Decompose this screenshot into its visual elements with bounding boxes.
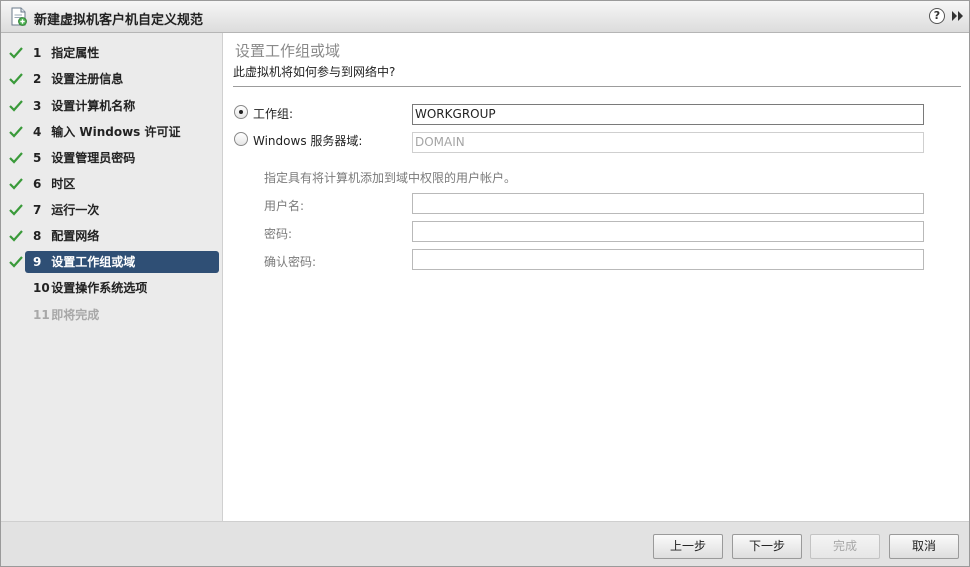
help-icon[interactable]: ?: [929, 8, 945, 24]
wizard-step-3[interactable]: 3 设置计算机名称: [25, 95, 219, 117]
confirm-password-label: 确认密码:: [264, 255, 317, 269]
wizard-step-4[interactable]: 4 输入 Windows 许可证: [25, 121, 219, 143]
wizard-steps-sidebar: 1 指定属性 2 设置注册信息 3 设置计算机名称 4 输入 Windows 许…: [1, 33, 223, 521]
header-divider: [233, 86, 961, 87]
wizard-step-6[interactable]: 6 时区: [25, 173, 219, 195]
check-icon: [9, 256, 23, 268]
dialog-title: 新建虚拟机客户机自定义规范: [34, 13, 204, 28]
wizard-step-5[interactable]: 5 设置管理员密码: [25, 147, 219, 169]
domain-label: Windows 服务器域:: [253, 134, 363, 148]
confirm-password-input[interactable]: [412, 249, 924, 270]
next-button[interactable]: 下一步: [732, 534, 802, 559]
workgroup-radio[interactable]: [234, 105, 248, 119]
page-subtitle: 此虚拟机将如何参与到网络中?: [233, 65, 396, 79]
username-input[interactable]: [412, 193, 924, 214]
wizard-step-7[interactable]: 7 运行一次: [25, 199, 219, 221]
password-label: 密码:: [264, 227, 293, 241]
wizard-step-1[interactable]: 1 指定属性: [25, 42, 219, 64]
check-icon: [9, 47, 23, 59]
password-input[interactable]: [412, 221, 924, 242]
credentials-hint: 指定具有将计算机添加到域中权限的用户帐户。: [264, 171, 517, 185]
check-icon: [9, 230, 23, 242]
wizard-step-10[interactable]: 10 设置操作系统选项: [25, 277, 219, 299]
new-document-icon: [11, 7, 27, 26]
wizard-step-8[interactable]: 8 配置网络: [25, 225, 219, 247]
check-icon: [9, 100, 23, 112]
page-title: 设置工作组或域: [235, 42, 341, 60]
workgroup-label: 工作组:: [253, 107, 294, 121]
check-icon: [9, 204, 23, 216]
check-icon: [9, 73, 23, 85]
domain-radio[interactable]: [234, 132, 248, 146]
step-content-panel: 设置工作组或域 此虚拟机将如何参与到网络中? 工作组: WORKGROUP Wi…: [223, 33, 969, 521]
domain-input[interactable]: DOMAIN: [412, 132, 924, 153]
workgroup-input[interactable]: WORKGROUP: [412, 104, 924, 125]
back-button[interactable]: 上一步: [653, 534, 723, 559]
finish-button: 完成: [810, 534, 880, 559]
dialog-footer: 上一步 下一步 完成 取消: [1, 521, 969, 566]
check-icon: [9, 126, 23, 138]
wizard-step-2[interactable]: 2 设置注册信息: [25, 68, 219, 90]
customization-spec-dialog: 新建虚拟机客户机自定义规范 ? 1 指定属性 2 设置注册信息 3 设置计算机名…: [0, 0, 970, 567]
wizard-step-11: 11 即将完成: [33, 308, 100, 322]
title-bar: 新建虚拟机客户机自定义规范 ?: [1, 1, 969, 33]
username-label: 用户名:: [264, 199, 305, 213]
cancel-button[interactable]: 取消: [889, 534, 959, 559]
wizard-step-9-active[interactable]: 9 设置工作组或域: [25, 251, 219, 273]
check-icon: [9, 178, 23, 190]
check-icon: [9, 152, 23, 164]
expand-panel-icon[interactable]: [951, 10, 965, 22]
